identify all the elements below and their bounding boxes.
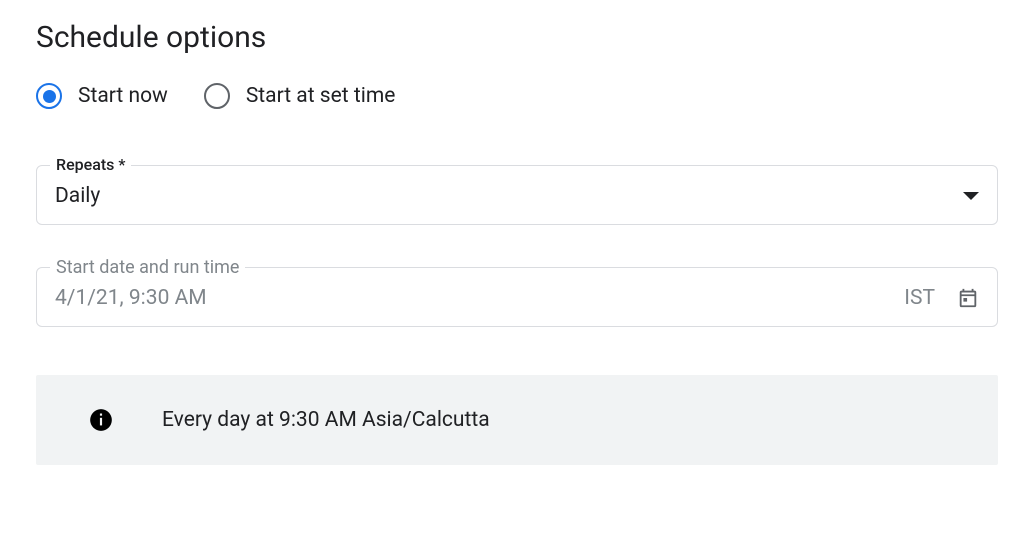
schedule-options-title: Schedule options [36, 20, 998, 55]
start-now-radio[interactable]: Start now [36, 83, 168, 109]
start-now-label: Start now [78, 84, 168, 108]
info-icon [88, 407, 114, 433]
radio-selected-icon [36, 83, 62, 109]
start-at-set-time-label: Start at set time [246, 84, 396, 108]
chevron-down-icon [963, 192, 979, 200]
repeats-field: Repeats * Daily [36, 165, 998, 225]
start-time-radio-group: Start now Start at set time [36, 83, 998, 109]
repeats-label: Repeats * [50, 155, 131, 174]
start-datetime-label: Start date and run time [50, 257, 245, 278]
repeats-select[interactable]: Daily [36, 165, 998, 225]
radio-unselected-icon [204, 83, 230, 109]
start-datetime-value: 4/1/21, 9:30 AM [55, 286, 207, 310]
start-at-set-time-radio[interactable]: Start at set time [204, 83, 396, 109]
start-datetime-field: Start date and run time 4/1/21, 9:30 AM … [36, 267, 998, 327]
repeats-value: Daily [55, 184, 100, 208]
timezone-text: IST [904, 286, 935, 310]
schedule-summary: Every day at 9:30 AM Asia/Calcutta [36, 375, 998, 465]
schedule-summary-text: Every day at 9:30 AM Asia/Calcutta [162, 408, 490, 432]
calendar-icon[interactable] [957, 287, 979, 309]
